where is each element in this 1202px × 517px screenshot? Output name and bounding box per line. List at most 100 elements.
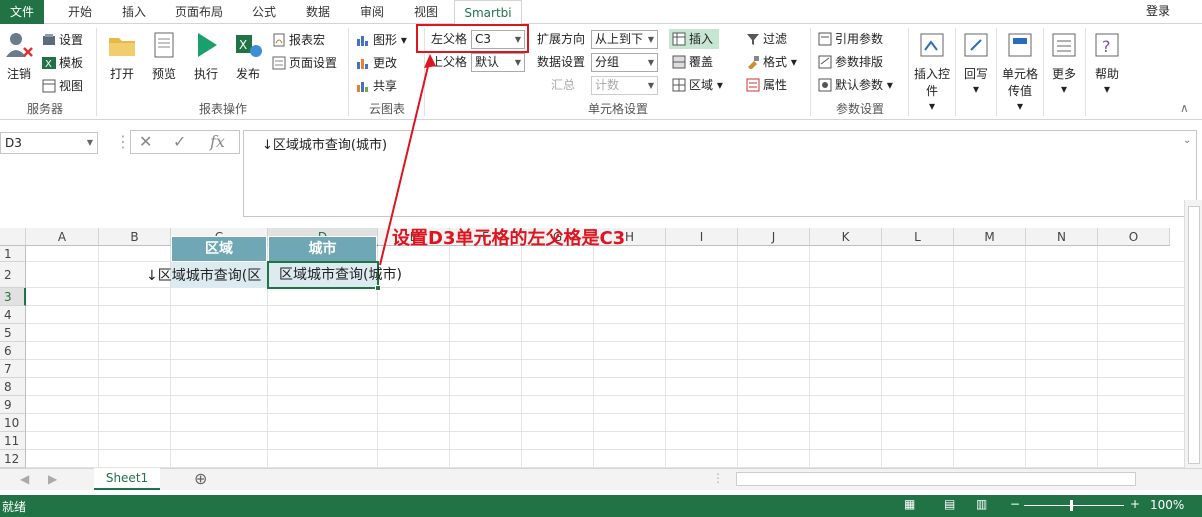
group-label-server: 服务器 xyxy=(26,102,63,116)
function-icon[interactable]: fx xyxy=(210,132,225,154)
cover-mode-button[interactable]: 覆盖 xyxy=(672,52,713,72)
confirm-icon[interactable]: ✓ xyxy=(173,132,186,154)
column-header[interactable]: L xyxy=(882,228,954,246)
column-header[interactable]: M xyxy=(954,228,1026,246)
data-setting-select[interactable]: 分组 ▼ xyxy=(591,53,658,72)
logout-button[interactable]: 注销 xyxy=(2,30,36,82)
sheet-tabs-bar: ◀ ▶ Sheet1 ⊕ ⋮ xyxy=(0,468,1202,490)
add-sheet-icon[interactable]: ⊕ xyxy=(194,469,207,488)
insert-control-button[interactable]: 插入控件 ▾ xyxy=(911,30,953,113)
select-all-corner[interactable] xyxy=(0,228,26,246)
ref-param-button[interactable]: 引用参数 xyxy=(818,29,883,49)
macro-icon xyxy=(273,33,285,47)
tab-insert[interactable]: 插入 xyxy=(112,0,156,24)
scroll-thumb[interactable] xyxy=(1188,206,1200,464)
normal-view-icon[interactable]: ▦ xyxy=(904,497,915,511)
row-header[interactable]: 1 xyxy=(0,246,26,262)
cell-c2[interactable]: 区域 xyxy=(171,236,267,262)
tab-home[interactable]: 开始 xyxy=(58,0,102,24)
tab-data[interactable]: 数据 xyxy=(296,0,340,24)
highlight-box xyxy=(416,24,529,53)
tab-view[interactable]: 视图 xyxy=(404,0,448,24)
column-header[interactable]: O xyxy=(1098,228,1170,246)
preview-button[interactable]: 预览 xyxy=(146,30,182,82)
tab-file[interactable]: 文件 xyxy=(0,0,44,24)
summary-label: 汇总 xyxy=(551,78,576,92)
zoom-slider-thumb[interactable] xyxy=(1070,500,1073,511)
column-header[interactable]: J xyxy=(738,228,810,246)
area-button[interactable]: 区域 ▾ xyxy=(672,75,723,95)
tab-smartbi[interactable]: Smartbi xyxy=(454,0,522,25)
expand-formula-icon[interactable]: ⌄ xyxy=(1183,135,1197,149)
name-box[interactable]: D3 ▼ xyxy=(0,132,98,154)
zoom-in-icon[interactable]: + xyxy=(1130,497,1140,511)
excel-template-icon: X xyxy=(42,57,56,70)
row-header[interactable]: 2 xyxy=(0,262,26,288)
page-setup-button[interactable]: 页面设置 xyxy=(272,53,337,73)
cell-pass-value-button[interactable]: 单元格传值 ▾ xyxy=(999,30,1041,113)
open-button[interactable]: 打开 xyxy=(104,30,140,82)
collapse-ribbon-icon[interactable]: ∧ xyxy=(1180,98,1189,118)
tab-review[interactable]: 审阅 xyxy=(350,0,394,24)
prev-sheet-icon[interactable]: ◀ xyxy=(20,472,29,486)
summary-select[interactable]: 计数 ▼ xyxy=(591,76,658,95)
row-header[interactable]: 6 xyxy=(0,342,26,360)
cancel-icon[interactable]: ✕ xyxy=(139,132,152,154)
login-link[interactable]: 登录 xyxy=(1146,0,1170,22)
column-header[interactable]: N xyxy=(1026,228,1098,246)
zoom-slider[interactable] xyxy=(1024,505,1124,506)
fill-handle[interactable] xyxy=(375,285,381,291)
row-header[interactable]: 10 xyxy=(0,414,26,432)
svg-text:X: X xyxy=(45,59,52,70)
zoom-level[interactable]: 100% xyxy=(1150,498,1184,512)
more-button[interactable]: 更多 ▾ xyxy=(1046,30,1082,96)
row-header[interactable]: 12 xyxy=(0,450,26,468)
chart-button[interactable]: 图形 ▾ xyxy=(356,30,407,50)
param-layout-button[interactable]: 参数排版 xyxy=(818,52,883,72)
top-parent-select[interactable]: 默认 ▼ xyxy=(471,53,525,72)
row-header[interactable]: 5 xyxy=(0,324,26,342)
row-header[interactable]: 8 xyxy=(0,378,26,396)
group-label-param: 参数设置 xyxy=(835,102,884,116)
row-header[interactable]: 11 xyxy=(0,432,26,450)
sheet-tab-sheet1[interactable]: Sheet1 xyxy=(94,468,160,490)
default-param-button[interactable]: 默认参数 ▾ xyxy=(818,75,893,95)
filter-button[interactable]: 过滤 xyxy=(746,29,787,49)
column-header[interactable]: I xyxy=(666,228,738,246)
attribute-button[interactable]: 属性 xyxy=(746,75,787,95)
separator xyxy=(1043,28,1044,116)
execute-button[interactable]: 执行 xyxy=(188,30,224,82)
zoom-out-icon[interactable]: − xyxy=(1010,497,1020,511)
writeback-button[interactable]: 回写 ▾ xyxy=(958,30,994,96)
row-gridline xyxy=(26,377,1184,378)
publish-icon: X xyxy=(236,35,262,57)
tab-page-layout[interactable]: 页面布局 xyxy=(166,0,232,24)
expand-direction-select[interactable]: 从上到下 ▼ xyxy=(591,30,658,49)
help-button[interactable]: ? 帮助 ▾ xyxy=(1089,30,1125,96)
vertical-scrollbar[interactable] xyxy=(1184,200,1202,468)
column-header[interactable]: K xyxy=(810,228,882,246)
view-button[interactable]: 视图 xyxy=(42,76,83,96)
row-header[interactable]: 4 xyxy=(0,306,26,324)
cell-d3-selected[interactable]: 区域城市查询(城市) xyxy=(267,261,402,289)
next-sheet-icon[interactable]: ▶ xyxy=(48,472,57,486)
row-header[interactable]: 9 xyxy=(0,396,26,414)
insert-mode-button[interactable]: 插入 xyxy=(669,29,720,49)
row-header[interactable]: 7 xyxy=(0,360,26,378)
page-layout-view-icon[interactable]: ▤ xyxy=(944,497,955,511)
horizontal-scrollbar[interactable] xyxy=(736,472,1136,486)
column-header[interactable]: B xyxy=(99,228,171,246)
format-button[interactable]: 格式 ▾ xyxy=(746,52,797,72)
tab-formula[interactable]: 公式 xyxy=(242,0,286,24)
macro-button[interactable]: 报表宏 xyxy=(272,30,325,50)
status-bar: 就绪 ▦ ▤ ▥ − + 100% xyxy=(0,495,1202,517)
publish-button[interactable]: X 发布 xyxy=(230,30,266,82)
page-break-view-icon[interactable]: ▥ xyxy=(976,497,987,511)
row-header[interactable]: 3 xyxy=(0,288,26,306)
view-icon xyxy=(42,79,56,93)
more-dots-icon: ⋮ xyxy=(115,132,131,151)
settings-button[interactable]: 设置 xyxy=(42,30,83,50)
column-header[interactable]: A xyxy=(26,228,99,246)
cell-d2[interactable]: 城市 xyxy=(268,236,377,262)
template-button[interactable]: X 模板 xyxy=(42,53,83,73)
